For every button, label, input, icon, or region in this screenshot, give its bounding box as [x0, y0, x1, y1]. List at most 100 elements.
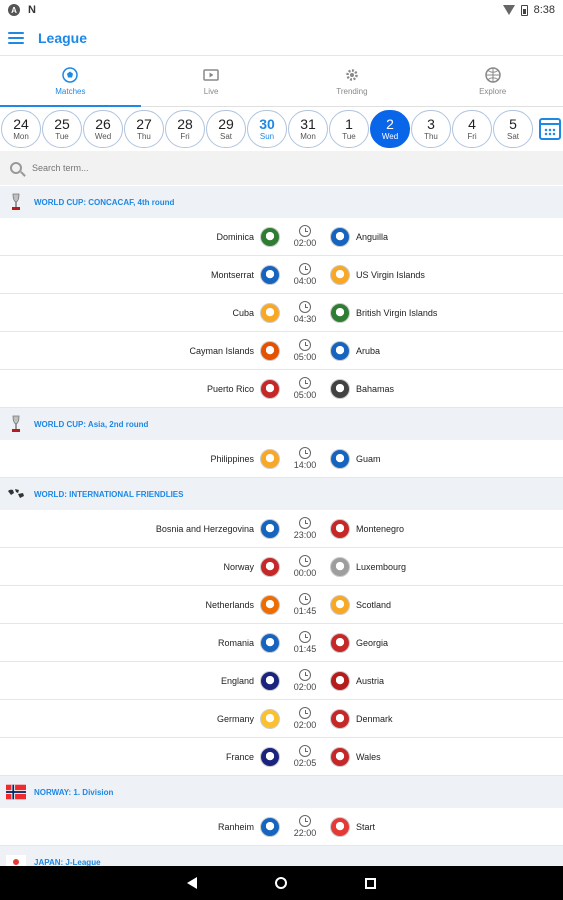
japan-flag-icon	[6, 852, 26, 866]
match-row[interactable]: Montserrat 04:00 US Virgin Islands	[0, 256, 563, 294]
match-row[interactable]: Dominica 02:00 Anguilla	[0, 218, 563, 256]
league-name: JAPAN: J-League	[34, 857, 101, 867]
date-pill[interactable]: 1 Tue	[329, 110, 369, 148]
match-row[interactable]: France 02:05 Wales	[0, 738, 563, 776]
date-pill[interactable]: 24 Mon	[1, 110, 41, 148]
date-weekday: Wed	[94, 131, 112, 141]
home-team-name: Germany	[216, 713, 254, 724]
clock-icon	[299, 263, 311, 275]
date-pill[interactable]: 26 Wed	[83, 110, 123, 148]
league-header[interactable]: NORWAY: 1. Division	[0, 776, 563, 808]
date-pill[interactable]: 29 Sat	[206, 110, 246, 148]
date-number: 2	[386, 115, 394, 132]
kickoff-time-text: 01:45	[293, 606, 317, 616]
clock-icon	[299, 669, 311, 681]
tab-label: Explore	[479, 87, 507, 96]
gear-icon	[344, 67, 360, 83]
away-team-name: Anguilla	[356, 231, 389, 242]
home-team-crest-icon	[260, 518, 280, 539]
tab-explore[interactable]: Explore	[422, 57, 563, 106]
home-team-name: France	[225, 751, 254, 762]
home-team-crest-icon	[260, 556, 280, 577]
home-team-crest-icon	[260, 378, 280, 399]
league-name: WORLD: INTERNATIONAL FRIENDLIES	[34, 489, 184, 499]
league-header[interactable]: WORLD CUP: CONCACAF, 4th round	[0, 186, 563, 218]
home-team-crest-icon	[260, 708, 280, 729]
match-row[interactable]: Romania 01:45 Georgia	[0, 624, 563, 662]
kickoff-time-text: 04:00	[293, 276, 317, 286]
clock-icon	[299, 631, 311, 643]
tab-matches[interactable]: Matches	[0, 57, 141, 107]
date-pill[interactable]: 4 Fri	[452, 110, 492, 148]
date-pill[interactable]: 27 Thu	[124, 110, 164, 148]
match-row[interactable]: Cayman Islands 05:00 Aruba	[0, 332, 563, 370]
match-row[interactable]: Norway 00:00 Luxembourg	[0, 548, 563, 586]
kickoff-time: 02:05	[282, 745, 328, 768]
kickoff-time-text: 02:05	[293, 758, 317, 768]
match-row[interactable]: Ranheim 22:00 Start	[0, 808, 563, 846]
back-icon[interactable]	[187, 877, 197, 889]
tab-trending[interactable]: Trending	[282, 57, 423, 106]
tab-label: Matches	[55, 87, 86, 96]
clock-icon	[299, 745, 311, 757]
kickoff-time: 01:45	[282, 593, 328, 616]
date-weekday: Thu	[137, 131, 151, 141]
date-pill[interactable]: 5 Sat	[493, 110, 533, 148]
match-row[interactable]: Netherlands 01:45 Scotland	[0, 586, 563, 624]
away-team-crest-icon	[330, 556, 350, 577]
match-row[interactable]: England 02:00 Austria	[0, 662, 563, 700]
home-team-name: Netherlands	[205, 599, 254, 610]
hamburger-menu-icon[interactable]	[8, 31, 24, 44]
match-row[interactable]: Cuba 04:30 British Virgin Islands	[0, 294, 563, 332]
date-number: 31	[300, 115, 316, 132]
match-list[interactable]: WORLD CUP: CONCACAF, 4th round Dominica 02…	[0, 186, 563, 866]
league-header[interactable]: WORLD CUP: Asia, 2nd round	[0, 408, 563, 440]
kickoff-time-text: 22:00	[293, 828, 317, 838]
search-input[interactable]	[32, 163, 332, 173]
date-number: 26	[95, 115, 111, 132]
away-team-name: Denmark	[356, 713, 393, 724]
away-team-name: Guam	[356, 453, 381, 464]
soccer-ball-icon	[62, 67, 79, 83]
date-weekday: Wed	[381, 131, 399, 141]
league-name: WORLD CUP: Asia, 2nd round	[34, 419, 149, 429]
tab-bar: Matches Live Trending Explore	[0, 57, 563, 107]
battery-icon	[520, 4, 528, 16]
date-pill[interactable]: 30 Sun	[247, 110, 287, 148]
away-team-crest-icon	[330, 448, 350, 469]
clock-icon	[299, 555, 311, 567]
calendar-icon[interactable]	[539, 118, 561, 140]
kickoff-time-text: 05:00	[293, 390, 317, 400]
kickoff-time-text: 14:00	[293, 460, 317, 470]
date-number: 1	[345, 115, 353, 132]
tab-live[interactable]: Live	[141, 57, 282, 106]
date-number: 24	[13, 115, 29, 132]
kickoff-time-text: 00:00	[293, 568, 317, 578]
match-row[interactable]: Puerto Rico 05:00 Bahamas	[0, 370, 563, 408]
date-pill[interactable]: 2 Wed	[370, 110, 410, 148]
date-pill[interactable]: 31 Mon	[288, 110, 328, 148]
match-row[interactable]: Bosnia and Herzegovina 23:00 Montenegro	[0, 510, 563, 548]
date-number: 29	[218, 115, 234, 132]
match-row[interactable]: Philippines 14:00 Guam	[0, 440, 563, 478]
date-pill[interactable]: 28 Fri	[165, 110, 205, 148]
clock-icon	[299, 225, 311, 237]
clock-icon	[299, 517, 311, 529]
status-bar: A N 8:38	[0, 0, 563, 20]
home-team-name: Norway	[223, 561, 254, 572]
away-team-crest-icon	[330, 302, 350, 323]
league-header[interactable]: JAPAN: J-League	[0, 846, 563, 866]
league-name: WORLD CUP: CONCACAF, 4th round	[34, 197, 175, 207]
kickoff-time: 01:45	[282, 631, 328, 654]
date-pill[interactable]: 3 Thu	[411, 110, 451, 148]
league-name: NORWAY: 1. Division	[34, 787, 114, 797]
clock-icon	[299, 301, 311, 313]
home-team-name: Cuba	[232, 307, 254, 318]
league-header[interactable]: WORLD: INTERNATIONAL FRIENDLIES	[0, 478, 563, 510]
recents-icon[interactable]	[365, 877, 376, 889]
date-pill[interactable]: 25 Tue	[42, 110, 82, 148]
kickoff-time-text: 05:00	[293, 352, 317, 362]
home-icon[interactable]	[275, 877, 287, 889]
match-row[interactable]: Germany 02:00 Denmark	[0, 700, 563, 738]
home-team-crest-icon	[260, 816, 280, 837]
